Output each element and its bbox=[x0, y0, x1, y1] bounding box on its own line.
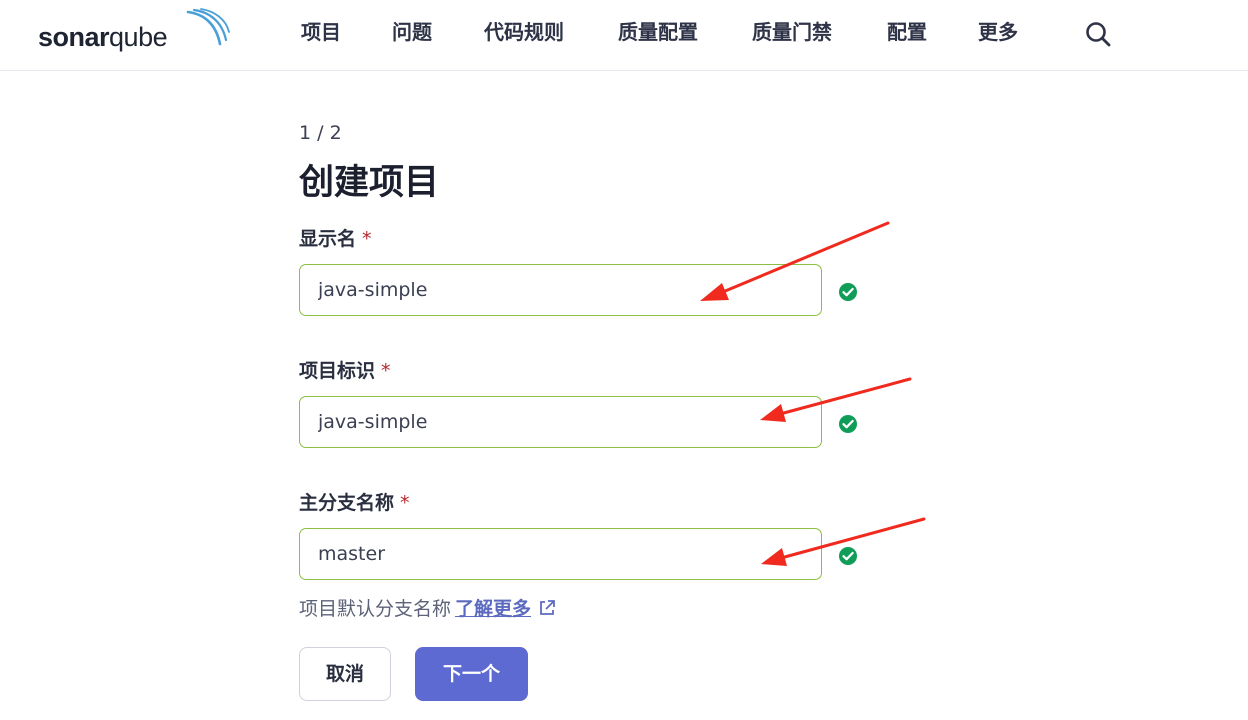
display-name-input[interactable] bbox=[299, 264, 822, 316]
cancel-button[interactable]: 取消 bbox=[299, 647, 391, 701]
next-button[interactable]: 下一个 bbox=[415, 647, 528, 701]
external-link-icon bbox=[540, 600, 555, 615]
nav-more[interactable]: 更多 bbox=[978, 16, 1018, 45]
learn-more-link[interactable]: 了解更多 bbox=[455, 598, 557, 620]
valid-check-icon bbox=[839, 415, 857, 433]
sonar-waves-icon bbox=[186, 8, 230, 46]
display-name-label-text: 显示名 bbox=[299, 228, 357, 250]
nav-quality-gates[interactable]: 质量门禁 bbox=[752, 16, 832, 45]
valid-check-icon bbox=[839, 547, 857, 565]
valid-check-icon bbox=[839, 283, 857, 301]
nav-projects[interactable]: 项目 bbox=[301, 16, 341, 45]
hint-text: 项目默认分支名称 bbox=[299, 598, 452, 620]
project-key-label: 项目标识 * bbox=[299, 356, 391, 383]
top-navigation-bar: sonarqube 项目 问题 代码规则 质量配置 质量门禁 配置 更多 bbox=[0, 0, 1248, 71]
logo-wordmark: sonarqube bbox=[38, 22, 168, 53]
nav-quality-profiles[interactable]: 质量配置 bbox=[618, 16, 698, 45]
logo-wordmark-light: qube bbox=[109, 22, 168, 52]
main-branch-hint: 项目默认分支名称 了解更多 bbox=[299, 594, 557, 621]
display-name-label: 显示名 * bbox=[299, 224, 372, 251]
logo-wordmark-bold: sonar bbox=[38, 22, 110, 52]
main-branch-label: 主分支名称 * bbox=[299, 488, 410, 515]
required-asterisk: * bbox=[362, 228, 372, 250]
main-branch-label-text: 主分支名称 bbox=[299, 492, 395, 514]
project-key-label-text: 项目标识 bbox=[299, 360, 376, 382]
annotation-arrows bbox=[700, 221, 926, 566]
required-asterisk: * bbox=[381, 360, 391, 382]
project-key-input[interactable] bbox=[299, 396, 822, 448]
learn-more-link-text: 了解更多 bbox=[455, 598, 532, 620]
step-indicator: 1 / 2 bbox=[299, 122, 342, 144]
main-branch-input[interactable] bbox=[299, 528, 822, 580]
search-icon[interactable] bbox=[1084, 20, 1112, 48]
required-asterisk: * bbox=[400, 492, 410, 514]
nav-administration[interactable]: 配置 bbox=[887, 16, 927, 45]
page-title: 创建项目 bbox=[299, 163, 440, 203]
nav-issues[interactable]: 问题 bbox=[392, 16, 432, 45]
nav-rules[interactable]: 代码规则 bbox=[484, 16, 564, 45]
